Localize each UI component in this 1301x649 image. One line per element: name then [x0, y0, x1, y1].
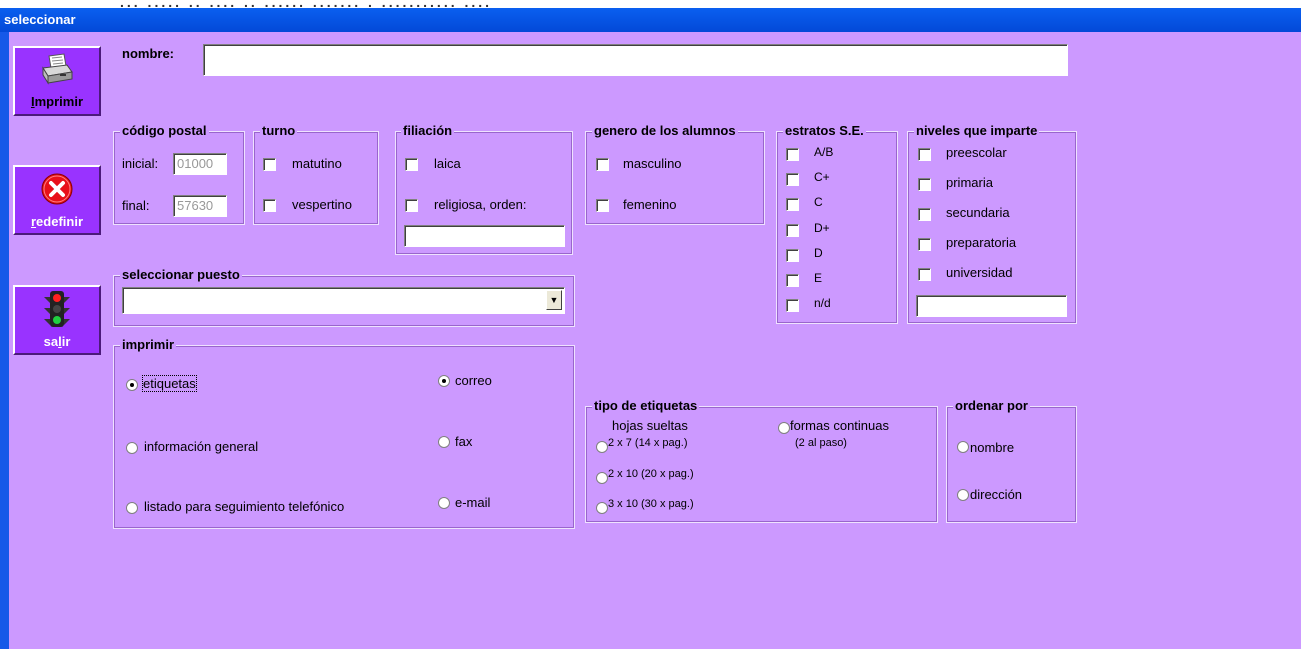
- ordenar-nombre-label: nombre: [970, 440, 1015, 455]
- radio-email[interactable]: [438, 497, 450, 509]
- cp-final-label: final:: [122, 198, 150, 213]
- 2x7-label: 2 x 7 (14 x pag.): [608, 437, 688, 449]
- radio-correo[interactable]: [438, 375, 450, 387]
- filiacion-religiosa-label: religiosa, orden:: [434, 197, 527, 212]
- estrato-checkbox[interactable]: [786, 223, 799, 237]
- salir-button[interactable]: salir: [13, 285, 101, 355]
- codigo-postal-title: código postal: [120, 123, 209, 138]
- form-client-area: Imprimir redefinir salir nombre: código …: [9, 32, 1301, 649]
- formas-continuas-label: formas continuas: [790, 418, 889, 433]
- niveles-otro-input[interactable]: [916, 295, 1067, 317]
- listado-telefonico-label: listado para seguimiento telefónico: [144, 499, 345, 514]
- genero-title: genero de los alumnos: [592, 123, 738, 138]
- estrato-label: C: [814, 195, 823, 210]
- etiquetas-label: etiquetas: [142, 375, 197, 392]
- puesto-select[interactable]: ▼: [122, 287, 565, 314]
- genero-masculino-label: masculino: [623, 156, 682, 171]
- genero-femenino-checkbox[interactable]: [596, 199, 609, 212]
- traffic-light-icon: [44, 291, 70, 327]
- window-left-border: [0, 32, 9, 649]
- turno-title: turno: [260, 123, 298, 138]
- radio-etiquetas[interactable]: [126, 379, 138, 391]
- estrato-checkbox[interactable]: [786, 248, 799, 262]
- niveles-title: niveles que imparte: [914, 123, 1040, 138]
- printer-icon: [42, 53, 73, 85]
- window-titlebar: seleccionar: [0, 8, 1301, 32]
- radio-informacion-general[interactable]: [126, 442, 138, 454]
- nivel-label: secundaria: [946, 205, 1010, 220]
- 2x10-label: 2 x 10 (20 x pag.): [608, 468, 694, 480]
- redefinir-label: redefinir: [30, 214, 84, 229]
- ordenar-title: ordenar por: [953, 398, 1030, 413]
- radio-ordenar-direccion[interactable]: [957, 489, 969, 501]
- background-window-strip: ... ..... .. .... .. ...... ....... . ..…: [0, 0, 1301, 8]
- turno-vespertino-label: vespertino: [292, 197, 352, 212]
- radio-2x7[interactable]: [596, 441, 608, 453]
- nombre-input[interactable]: [203, 44, 1068, 76]
- filiacion-laica-label: laica: [434, 156, 461, 171]
- cp-final-input[interactable]: 57630: [173, 195, 227, 217]
- hojas-sueltas-label: hojas sueltas: [612, 418, 688, 433]
- filiacion-laica-checkbox[interactable]: [405, 158, 418, 171]
- imprimir-title: imprimir: [120, 337, 177, 352]
- window-title: seleccionar: [4, 12, 76, 27]
- redefinir-button[interactable]: redefinir: [13, 165, 101, 235]
- nivel-checkbox[interactable]: [918, 268, 931, 281]
- radio-fax[interactable]: [438, 436, 450, 448]
- radio-3x10[interactable]: [596, 502, 608, 514]
- orden-input[interactable]: [404, 225, 565, 247]
- turno-vespertino-checkbox[interactable]: [263, 199, 276, 212]
- filiacion-title: filiación: [401, 123, 455, 138]
- chevron-down-icon[interactable]: ▼: [546, 290, 562, 310]
- tipo-etiquetas-title: tipo de etiquetas: [592, 398, 700, 413]
- estrato-label: D+: [814, 220, 830, 235]
- radio-2x10[interactable]: [596, 472, 608, 484]
- radio-formas-continuas[interactable]: [778, 422, 790, 434]
- nivel-label: universidad: [946, 265, 1013, 280]
- estrato-checkbox[interactable]: [786, 299, 799, 313]
- nivel-label: preescolar: [946, 145, 1007, 160]
- genero-femenino-label: femenino: [623, 197, 677, 212]
- ordenar-group: [946, 406, 1077, 523]
- nivel-label: preparatoria: [946, 235, 1017, 250]
- estrato-label: A/B: [814, 145, 834, 159]
- nivel-checkbox[interactable]: [918, 178, 931, 191]
- cp-inicial-input[interactable]: 01000: [173, 153, 227, 175]
- salir-label: salir: [43, 334, 71, 349]
- puesto-title: seleccionar puesto: [120, 267, 242, 282]
- turno-matutino-label: matutino: [292, 156, 342, 171]
- estrato-label: E: [814, 271, 823, 285]
- imprimir-label: Imprimir: [30, 94, 84, 109]
- informacion-general-label: información general: [144, 439, 259, 454]
- estrato-checkbox[interactable]: [786, 198, 799, 212]
- correo-label: correo: [455, 373, 492, 388]
- nivel-label: primaria: [946, 175, 993, 190]
- radio-listado-telefonico[interactable]: [126, 502, 138, 514]
- genero-masculino-checkbox[interactable]: [596, 158, 609, 171]
- nivel-checkbox[interactable]: [918, 148, 931, 161]
- radio-ordenar-nombre[interactable]: [957, 441, 969, 453]
- imprimir-button[interactable]: Imprimir: [13, 46, 101, 116]
- cp-inicial-label: inicial:: [122, 156, 159, 171]
- formas-continuas-sub: (2 al paso): [795, 437, 847, 449]
- background-window-text: ... ..... .. .... .. ...... ....... . ..…: [120, 0, 493, 8]
- ordenar-direccion-label: dirección: [970, 487, 1023, 502]
- estrato-label: n/d: [814, 296, 831, 311]
- estratos-title: estratos S.E.: [783, 123, 866, 138]
- estrato-label: C+: [814, 170, 830, 185]
- turno-matutino-checkbox[interactable]: [263, 158, 276, 171]
- filiacion-religiosa-checkbox[interactable]: [405, 199, 418, 212]
- email-label: e-mail: [455, 495, 491, 510]
- estrato-checkbox[interactable]: [786, 173, 799, 187]
- nivel-checkbox[interactable]: [918, 208, 931, 221]
- cancel-icon: [41, 173, 73, 205]
- 3x10-label: 3 x 10 (30 x pag.): [608, 498, 694, 510]
- estrato-checkbox[interactable]: [786, 148, 799, 161]
- nivel-checkbox[interactable]: [918, 238, 931, 251]
- estrato-checkbox[interactable]: [786, 274, 799, 287]
- fax-label: fax: [455, 434, 473, 449]
- estrato-label: D: [814, 245, 823, 260]
- nombre-label: nombre:: [122, 46, 174, 61]
